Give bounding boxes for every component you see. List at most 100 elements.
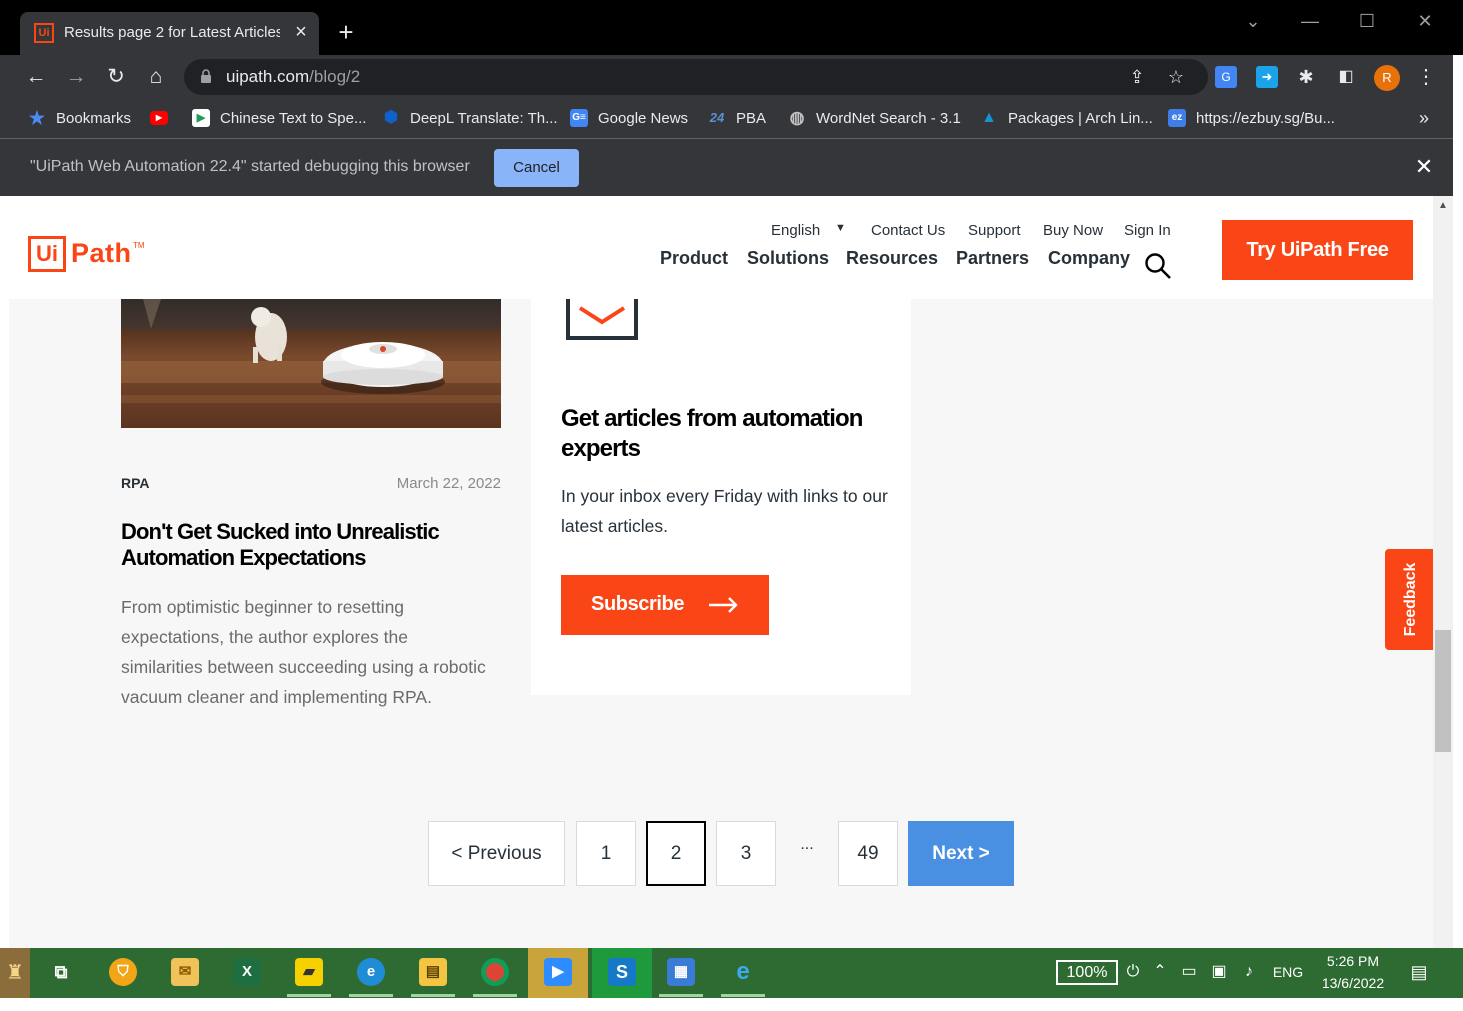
url-text[interactable]: uipath.com/blog/2: [226, 67, 360, 87]
maximize-icon[interactable]: ☐: [1347, 8, 1387, 34]
close-window-icon[interactable]: ✕: [1405, 8, 1445, 34]
feedback-tab[interactable]: Feedback: [1385, 549, 1433, 650]
excel-icon: X: [233, 958, 261, 986]
infobar-close-icon[interactable]: ✕: [1412, 155, 1436, 179]
clock-time[interactable]: 5:26 PM: [1318, 953, 1388, 969]
taskbar-app[interactable]: ⛉: [97, 948, 149, 998]
side-panel-icon[interactable]: ◧: [1335, 66, 1357, 88]
forward-icon[interactable]: →: [64, 65, 88, 89]
scrollbar-track[interactable]: [1433, 196, 1453, 948]
scrollbar-thumb[interactable]: [1435, 630, 1451, 752]
chrome-menu-icon[interactable]: ⋮: [1416, 65, 1436, 89]
bookmark-item[interactable]: G≡ Google News: [570, 106, 688, 130]
pagination-previous-button[interactable]: < Previous: [428, 821, 565, 886]
lock-icon[interactable]: [200, 69, 212, 83]
battery-icon[interactable]: ▭: [1178, 961, 1200, 983]
power-plug-icon[interactable]: ⏻: [1124, 961, 1142, 983]
taskbar-app-active[interactable]: ▶: [528, 948, 588, 998]
pagination-page-3[interactable]: 3: [716, 821, 776, 886]
scroll-up-arrow-icon[interactable]: ▲: [1433, 198, 1453, 214]
nav-resources[interactable]: Resources: [846, 248, 938, 269]
sign-in-link[interactable]: Sign In: [1124, 222, 1171, 239]
article-thumbnail-image[interactable]: [121, 299, 501, 428]
article-title-link[interactable]: Don't Get Sucked into Unrealistic Automa…: [121, 519, 511, 571]
battery-percentage[interactable]: 100%: [1056, 960, 1118, 985]
buy-now-link[interactable]: Buy Now: [1043, 222, 1103, 239]
article-category[interactable]: RPA: [121, 475, 150, 491]
nav-company[interactable]: Company: [1048, 248, 1130, 269]
reload-icon[interactable]: ↻: [104, 65, 128, 89]
bookmark-item[interactable]: 24 PBA: [708, 106, 766, 130]
bookmark-item[interactable]: ⬢ DeepL Translate: Th...: [382, 106, 558, 130]
cat-and-robot-vacuum-image: [121, 299, 501, 428]
pagination-page-49[interactable]: 49: [838, 821, 898, 886]
pagination-next-button[interactable]: Next >: [908, 821, 1014, 886]
language-selector[interactable]: English: [771, 222, 820, 239]
taskbar-app[interactable]: ▰: [283, 948, 335, 998]
ezbuy-icon: ez: [1168, 109, 1186, 127]
profile-avatar[interactable]: R: [1374, 65, 1400, 91]
taskbar-app[interactable]: X: [221, 948, 273, 998]
taskbar-task-view[interactable]: ⧉: [35, 948, 87, 998]
windows-taskbar: ♜ ⧉ ⛉ ✉ X ▰ e ▤ ▶ S ▦ e 100% ⏻ ⌃ ▭ ▣ ♪ E…: [0, 948, 1463, 998]
search-icon[interactable]: [1144, 252, 1172, 280]
bookmark-item[interactable]: ez https://ezbuy.sg/Bu...: [1168, 106, 1335, 130]
try-uipath-free-button[interactable]: Try UiPath Free: [1222, 220, 1413, 280]
taskbar-app[interactable]: ▤: [407, 948, 459, 998]
google-translate-icon[interactable]: G: [1215, 66, 1237, 88]
subscribe-button[interactable]: Subscribe: [561, 575, 769, 635]
window-edge: [1453, 55, 1463, 948]
home-icon[interactable]: ⌂: [144, 65, 168, 89]
bookmark-star-icon[interactable]: ☆: [1165, 66, 1187, 88]
newsletter-card: Get articles from automation experts In …: [531, 294, 911, 695]
bookmark-item[interactable]: ★ Bookmarks: [28, 106, 131, 130]
browser-tab[interactable]: Ui Results page 2 for Latest Articles ×: [20, 12, 319, 55]
file-explorer-icon: ▤: [419, 958, 447, 986]
pagination-page-1[interactable]: 1: [576, 821, 636, 886]
bookmark-item[interactable]: ◍ WordNet Search - 3.1: [788, 106, 961, 130]
new-tab-icon[interactable]: +: [335, 19, 357, 45]
share-icon[interactable]: ⇪: [1126, 66, 1148, 88]
taskbar-app-active[interactable]: S: [592, 948, 652, 998]
taskbar-app[interactable]: ✉: [159, 948, 211, 998]
uipath-logo-text[interactable]: Path: [71, 238, 132, 269]
back-icon[interactable]: ←: [24, 65, 48, 89]
tab-search-icon[interactable]: ⌄: [1233, 8, 1273, 34]
clock-date[interactable]: 13/6/2022: [1313, 975, 1393, 991]
input-language[interactable]: ENG: [1268, 961, 1308, 983]
bookmark-item[interactable]: ▶: [150, 106, 178, 130]
address-bar[interactable]: uipath.com/blog/2 ⇪ ☆: [184, 59, 1208, 95]
nav-partners[interactable]: Partners: [956, 248, 1029, 269]
running-indicator: [473, 994, 517, 997]
tab-close-icon[interactable]: ×: [292, 21, 310, 43]
nav-solutions[interactable]: Solutions: [747, 248, 829, 269]
sticky-notes-icon: ▰: [295, 958, 323, 986]
show-hidden-icons-icon[interactable]: ⌃: [1150, 961, 1170, 983]
window-edge: [0, 196, 9, 948]
pagination-page-2-current[interactable]: 2: [646, 821, 706, 886]
send-tab-icon[interactable]: ➜: [1256, 66, 1278, 88]
bookmarks-overflow-icon[interactable]: »: [1414, 106, 1434, 130]
notifications-icon[interactable]: ▤: [1406, 961, 1432, 983]
s-app-icon: S: [608, 958, 636, 986]
logo-trademark: TM: [133, 241, 145, 250]
uipath-logo[interactable]: Ui: [28, 236, 66, 272]
bookmark-item[interactable]: ▶ Chinese Text to Spe...: [192, 106, 366, 130]
start-button[interactable]: ♜: [0, 948, 30, 998]
taskbar-app[interactable]: e: [345, 948, 397, 998]
support-link[interactable]: Support: [968, 222, 1021, 239]
cancel-debugging-button[interactable]: Cancel: [494, 149, 579, 187]
network-icon[interactable]: ▣: [1208, 961, 1230, 983]
nav-product[interactable]: Product: [660, 248, 728, 269]
minimize-icon[interactable]: —: [1290, 8, 1330, 34]
bookmark-item[interactable]: ▲ Packages | Arch Lin...: [980, 106, 1153, 130]
taskbar-app[interactable]: e: [717, 948, 769, 998]
volume-icon[interactable]: ♪: [1238, 961, 1260, 983]
start-icon: ♜: [6, 962, 24, 984]
extensions-icon[interactable]: ✱: [1295, 66, 1317, 88]
taskbar-app[interactable]: ▦: [655, 948, 707, 998]
caret-down-icon[interactable]: ▼: [835, 222, 846, 234]
contact-us-link[interactable]: Contact Us: [871, 222, 945, 239]
chrome-icon: [481, 958, 509, 986]
taskbar-app[interactable]: [469, 948, 521, 998]
